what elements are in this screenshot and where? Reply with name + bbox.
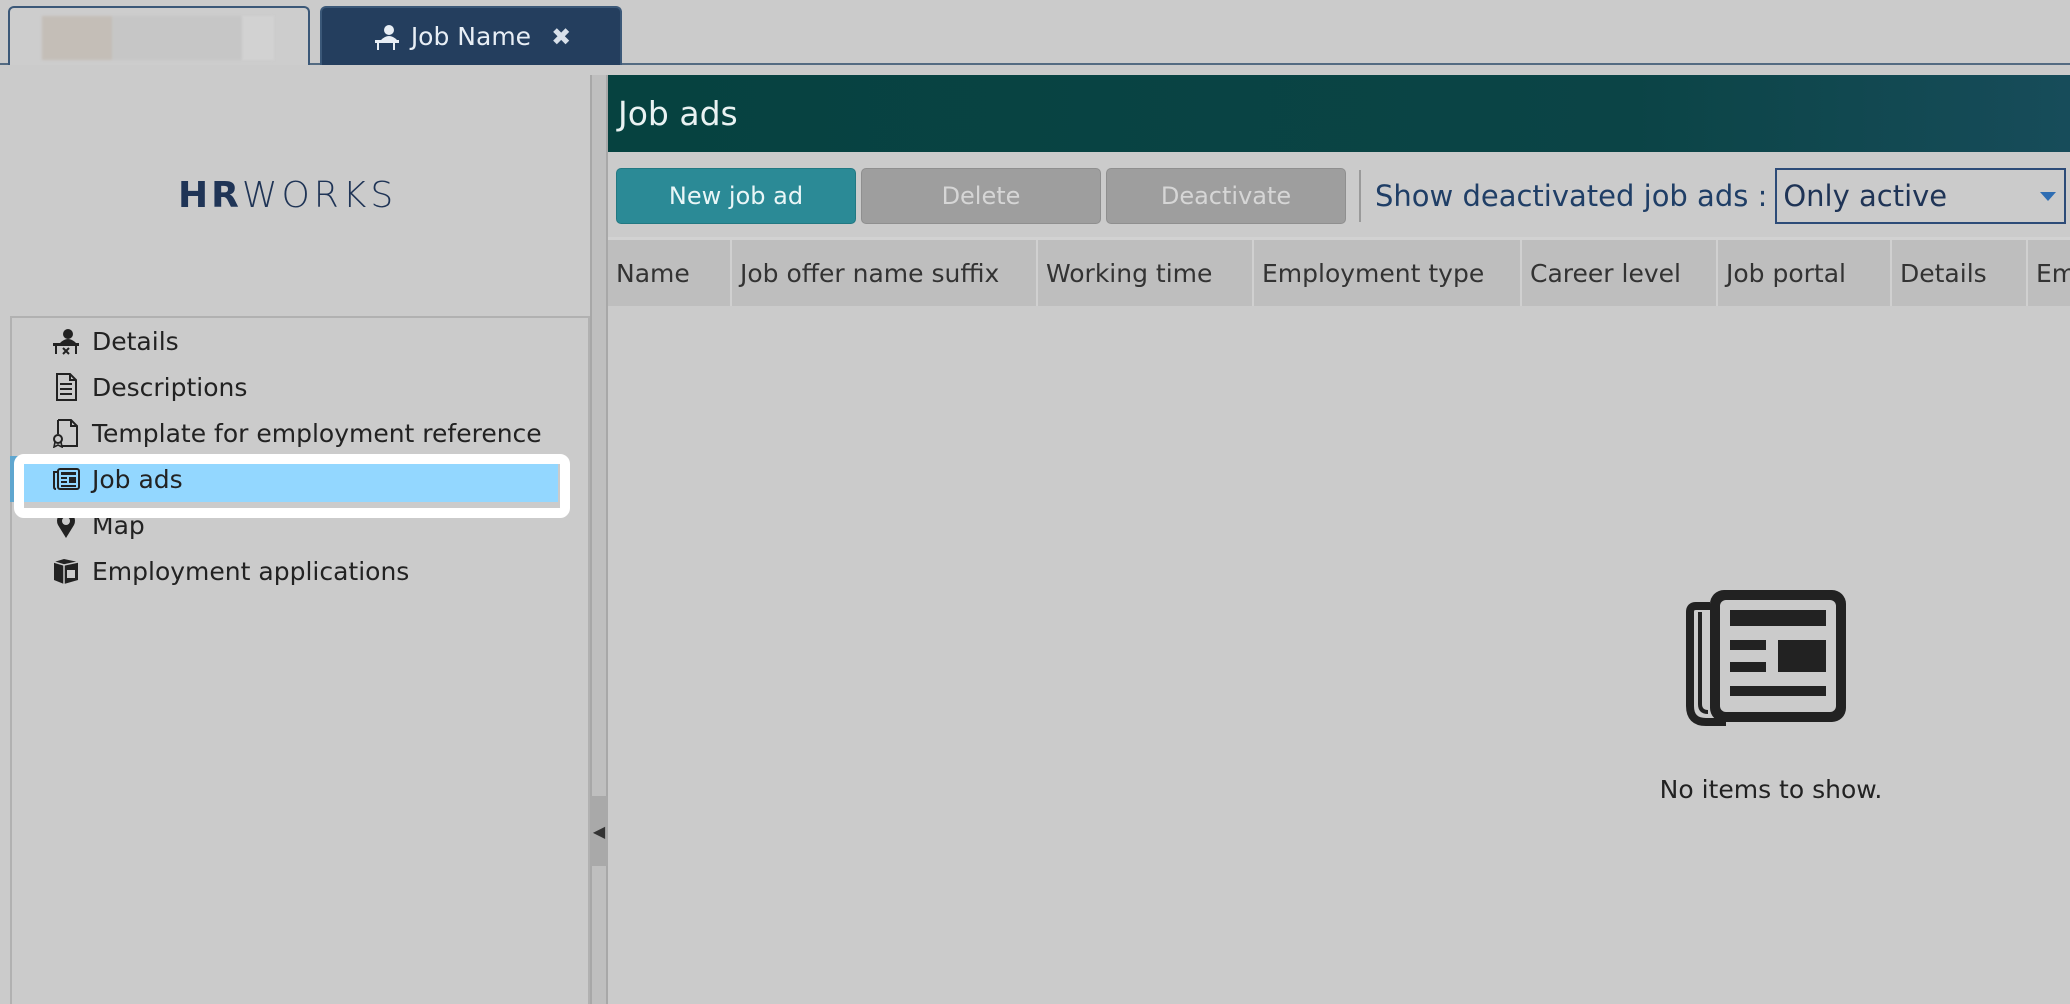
- sidebar-item-job-ads[interactable]: Job ads: [10, 456, 558, 502]
- column-header-employment-type[interactable]: Employment type: [1254, 240, 1522, 306]
- tab-label: Job Name: [410, 22, 532, 51]
- sidebar-item-label: Job ads: [92, 464, 183, 494]
- toolbar: New job ad Delete Deactivate Show deacti…: [608, 152, 2070, 240]
- page-title: Job ads: [608, 75, 2070, 152]
- column-header-details[interactable]: Details: [1892, 240, 2028, 306]
- empty-state: No items to show.: [608, 306, 2070, 1004]
- newspaper-icon: [1686, 590, 1846, 726]
- sidebar-nav: Details Descriptions Template for employ…: [10, 316, 590, 1004]
- column-header-job-portal[interactable]: Job portal: [1718, 240, 1892, 306]
- close-icon[interactable]: ✖: [551, 23, 571, 51]
- main-panel: Job ads New job ad Delete Deactivate Sho…: [608, 75, 2070, 1004]
- select-value: Only active: [1783, 179, 1948, 213]
- sidebar: HRWORKS Details Descriptions Template fo…: [0, 67, 592, 1004]
- document-icon: [50, 371, 82, 403]
- toolbar-divider: [1359, 170, 1361, 222]
- column-header-career-level[interactable]: Career level: [1522, 240, 1718, 306]
- sidebar-item-label: Map: [92, 510, 145, 540]
- certificate-icon: [50, 417, 82, 449]
- sidebar-item-template-reference[interactable]: Template for employment reference: [12, 410, 558, 456]
- newspaper-icon: [50, 463, 82, 495]
- chevron-down-icon: [2040, 192, 2057, 201]
- map-pin-icon: [50, 509, 82, 541]
- sidebar-item-employment-applications[interactable]: Employment applications: [12, 548, 558, 594]
- sidebar-item-label: Employment applications: [92, 556, 410, 586]
- deactivate-button[interactable]: Deactivate: [1106, 168, 1346, 224]
- sidebar-item-label: Details: [92, 326, 179, 356]
- tab-previous[interactable]: [8, 6, 310, 65]
- sidebar-item-descriptions[interactable]: Descriptions: [12, 364, 558, 410]
- sidebar-item-map[interactable]: Map: [12, 502, 558, 548]
- column-header-job-offer-suffix[interactable]: Job offer name suffix: [732, 240, 1038, 306]
- sidebar-item-label: Template for employment reference: [92, 418, 542, 448]
- delete-button[interactable]: Delete: [861, 168, 1101, 224]
- empty-message: No items to show.: [1659, 775, 1883, 804]
- person-desk-icon: [374, 24, 399, 50]
- tab-strip: Job Name ✖: [0, 0, 2070, 65]
- sidebar-item-details[interactable]: Details: [12, 318, 558, 364]
- sidebar-item-label: Descriptions: [92, 372, 248, 402]
- new-job-ad-button[interactable]: New job ad: [616, 168, 856, 224]
- column-header-working-time[interactable]: Working time: [1038, 240, 1254, 306]
- table-header: Name Job offer name suffix Working time …: [608, 237, 2070, 306]
- hrworks-logo: HRWORKS: [178, 175, 398, 216]
- box-icon: [50, 555, 82, 587]
- person-desk-icon: [50, 325, 82, 357]
- collapse-left-icon[interactable]: ◀: [590, 796, 608, 866]
- deactivated-filter-select[interactable]: Only active: [1775, 168, 2067, 224]
- blurred-tab-label: [42, 16, 274, 60]
- column-header-name[interactable]: Name: [608, 240, 732, 306]
- column-header-truncated[interactable]: Em: [2028, 240, 2070, 306]
- tab-job-name[interactable]: Job Name ✖: [320, 6, 622, 65]
- filter-label: Show deactivated job ads :: [1375, 179, 1768, 213]
